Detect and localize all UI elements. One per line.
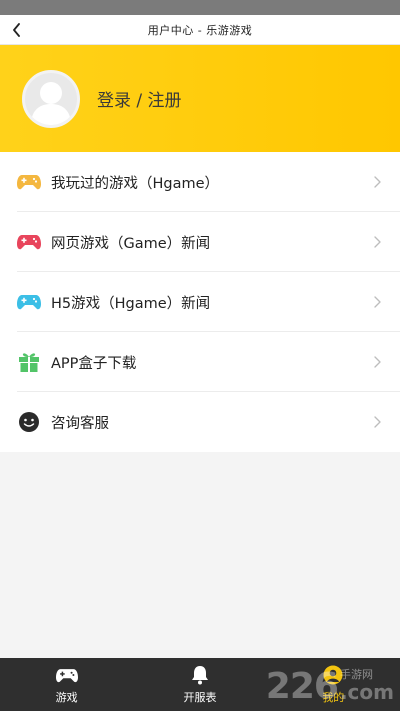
login-register-link[interactable]: 登录 / 注册 (97, 86, 182, 111)
bottom-nav: 游戏 开服表 我的 (0, 658, 400, 711)
gamepad-icon (55, 664, 78, 686)
back-button[interactable] (8, 21, 26, 39)
menu-item-app-download[interactable]: APP盒子下载 (0, 332, 400, 392)
chevron-left-icon (13, 23, 20, 37)
user-header: 登录 / 注册 (0, 45, 400, 152)
avatar[interactable] (22, 69, 80, 128)
menu-item-h5-game-news[interactable]: H5游戏（Hgame）新闻 (0, 272, 400, 332)
menu-item-label: 网页游戏（Game）新闻 (51, 235, 211, 252)
menu-item-label: APP盒子下载 (51, 355, 137, 372)
menu-item-label: H5游戏（Hgame）新闻 (51, 295, 211, 312)
menu-item-label: 我玩过的游戏（Hgame） (51, 175, 220, 192)
menu-item-played-games[interactable]: 我玩过的游戏（Hgame） (0, 152, 400, 212)
tab-mine[interactable]: 我的 (267, 658, 400, 711)
title-bar: 用户中心 - 乐游游戏 (0, 15, 400, 45)
gamepad-icon (17, 170, 41, 194)
tab-label: 我的 (322, 691, 345, 704)
chevron-right-icon (374, 356, 381, 368)
menu-item-web-game-news[interactable]: 网页游戏（Game）新闻 (0, 212, 400, 272)
gift-icon (17, 350, 41, 374)
gamepad-icon (17, 230, 41, 254)
gamepad-icon (17, 290, 41, 314)
tab-label: 开服表 (183, 691, 217, 704)
service-face-icon (17, 410, 41, 434)
chevron-right-icon (374, 176, 381, 188)
default-avatar-icon (31, 81, 71, 125)
menu-item-label: 咨询客服 (51, 415, 109, 432)
menu-list: 我玩过的游戏（Hgame） 网页游戏（Game）新闻 H5游戏（Hgame）新闻… (0, 152, 400, 452)
user-icon (322, 664, 344, 686)
bell-icon (189, 664, 211, 686)
status-bar (0, 0, 400, 15)
tab-label: 游戏 (55, 691, 78, 704)
chevron-right-icon (374, 236, 381, 248)
tab-server-schedule[interactable]: 开服表 (133, 658, 266, 711)
tab-games[interactable]: 游戏 (0, 658, 133, 711)
menu-item-customer-service[interactable]: 咨询客服 (0, 392, 400, 452)
chevron-right-icon (374, 296, 381, 308)
page-title: 用户中心 - 乐游游戏 (147, 23, 253, 37)
chevron-right-icon (374, 416, 381, 428)
